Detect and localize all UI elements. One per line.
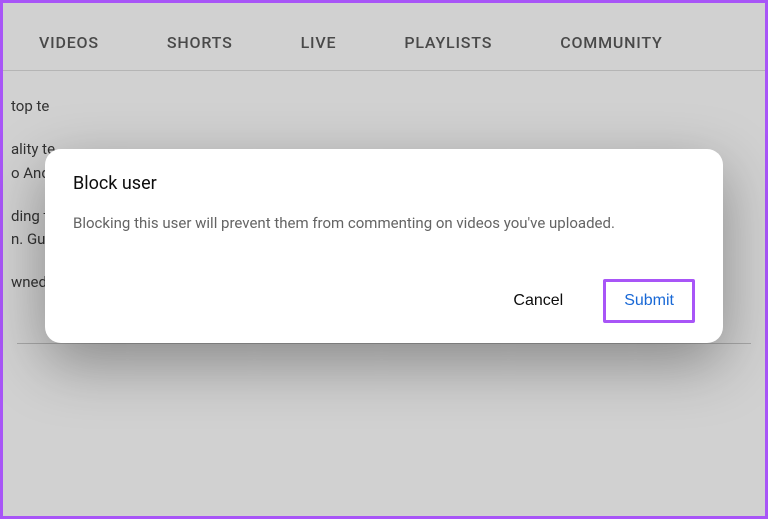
submit-button[interactable]: Submit [603,279,695,323]
dialog-actions: Cancel Submit [73,279,695,323]
cancel-button[interactable]: Cancel [509,282,567,320]
block-user-dialog: Block user Blocking this user will preve… [45,149,723,343]
dialog-message: Blocking this user will prevent them fro… [73,212,695,235]
dialog-title: Block user [73,173,695,194]
